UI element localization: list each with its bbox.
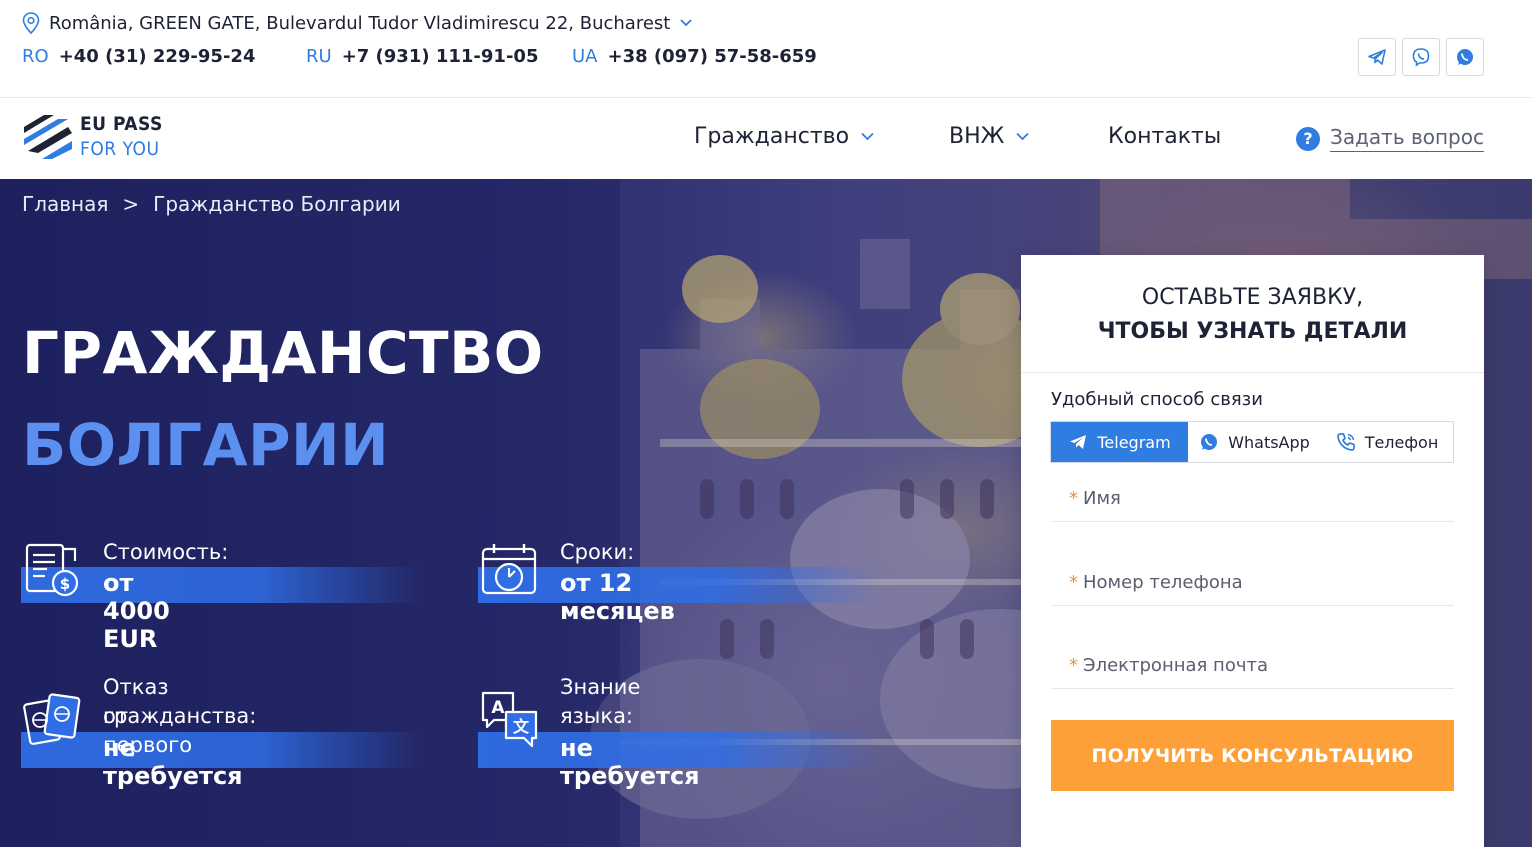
page-title-line1: ГРАЖДАНСТВО [22,319,544,387]
get-consultation-button[interactable]: ПОЛУЧИТЬ КОНСУЛЬТАЦИЮ [1051,720,1454,791]
phone-field[interactable]: * Номер телефона [1051,566,1454,606]
main-navigation: EU PASS FOR YOU Гражданство ВНЖ Контакты… [0,98,1532,179]
contact-method-tabs: Telegram WhatsApp Телефон [1050,421,1454,463]
logo-mark-icon [24,115,72,159]
breadcrumb-separator: > [122,192,140,216]
phone-country-code: UA [572,46,598,67]
tab-telegram[interactable]: Telegram [1051,422,1188,462]
passports-icon [23,693,81,745]
phone-country-code: RO [22,46,49,67]
top-bar: România, GREEN GATE, Bulevardul Tudor Vl… [0,0,1532,98]
email-field[interactable]: * Электронная почта [1051,649,1454,689]
feature-value: не требуется [560,734,700,790]
consultation-form: ОСТАВЬТЕ ЗАЯВКУ, ЧТОБЫ УЗНАТЬ ДЕТАЛИ Удо… [1021,255,1484,847]
form-title-line2: ЧТОБЫ УЗНАТЬ ДЕТАЛИ [1097,319,1408,344]
form-header: ОСТАВЬТЕ ЗАЯВКУ, ЧТОБЫ УЗНАТЬ ДЕТАЛИ [1021,255,1484,373]
feature-label-line2: гражданства: [103,704,257,728]
tab-whatsapp[interactable]: WhatsApp [1188,422,1321,462]
logo-line2: FOR YOU [80,138,160,160]
logo-line1: EU PASS [80,113,163,135]
viber-icon [1412,48,1430,67]
name-placeholder: Имя [1083,488,1121,509]
required-marker: * [1069,655,1078,676]
phone-number: +38 (097) 57-58-659 [607,46,817,67]
tab-phone[interactable]: Телефон [1321,422,1453,462]
svg-text:$: $ [60,575,70,593]
telegram-icon [1368,49,1386,65]
chevron-down-icon [680,19,692,27]
required-marker: * [1069,488,1078,509]
phone-icon [1336,433,1355,451]
nav-contacts[interactable]: Контакты [1108,124,1221,149]
phone-country-code: RU [306,46,332,67]
whatsapp-icon [1201,434,1218,450]
nav-label: Гражданство [694,124,850,149]
contact-method-label: Удобный способ связи [1051,389,1263,410]
phone-ua[interactable]: UA +38 (097) 57-58-659 [572,46,817,67]
breadcrumb: Главная > Гражданство Болгарии [22,192,401,216]
phone-list: RO +40 (31) 229-95-24 RU +7 (931) 111-91… [22,46,817,67]
nav-citizenship[interactable]: Гражданство [694,124,874,149]
svg-text:A: A [491,698,505,718]
translate-icon: A 文 [481,691,538,748]
chevron-down-icon [1016,132,1029,141]
nav-residence-permit[interactable]: ВНЖ [949,124,1029,149]
tab-label: WhatsApp [1228,432,1310,452]
phone-number: +7 (931) 111-91-05 [341,46,539,67]
chevron-down-icon [861,132,874,141]
required-marker: * [1069,572,1078,593]
breadcrumb-home-link[interactable]: Главная [22,192,108,216]
whatsapp-icon [1457,49,1473,65]
feature-value: от 4000 EUR [103,569,170,653]
document-dollar-icon: $ [25,543,79,597]
nav-label: Контакты [1108,124,1222,149]
svg-text:文: 文 [513,717,530,736]
address-text: România, GREEN GATE, Bulevardul Tudor Vl… [49,12,671,34]
telegram-button[interactable] [1358,38,1396,76]
feature-label-line1: Знание [560,675,641,699]
viber-button[interactable] [1402,38,1440,76]
ask-question-link[interactable]: ? Задать вопрос [1296,125,1484,152]
logo[interactable]: EU PASS FOR YOU [22,112,163,162]
question-icon: ? [1296,126,1320,151]
breadcrumb-current: Гражданство Болгарии [153,192,401,216]
nav-label: ВНЖ [949,124,1005,149]
feature-label-line2: языка: [560,704,634,728]
phone-ru[interactable]: RU +7 (931) 111-91-05 [306,46,572,67]
name-field[interactable]: * Имя [1051,482,1454,522]
feature-label: Стоимость: [103,540,229,564]
telegram-icon [1070,435,1087,449]
feature-value: не требуется [103,734,243,790]
address-selector[interactable]: România, GREEN GATE, Bulevardul Tudor Vl… [22,12,692,34]
phone-ro[interactable]: RO +40 (31) 229-95-24 [22,46,306,67]
tab-label: Телефон [1364,432,1439,452]
phone-placeholder: Номер телефона [1083,572,1243,593]
phone-number: +40 (31) 229-95-24 [58,46,256,67]
email-placeholder: Электронная почта [1083,655,1268,676]
feature-label: Сроки: [560,540,635,564]
feature-value: от 12 месяцев [560,569,675,625]
logo-text: EU PASS FOR YOU [80,112,163,162]
calendar-clock-icon [481,544,537,595]
page-title-line2: БОЛГАРИИ [22,411,390,479]
form-title-line1: ОСТАВЬТЕ ЗАЯВКУ, [1141,285,1364,310]
location-pin-icon [22,12,40,34]
whatsapp-button[interactable] [1446,38,1484,76]
tab-label: Telegram [1097,432,1171,452]
ask-question-label: Задать вопрос [1330,125,1484,152]
